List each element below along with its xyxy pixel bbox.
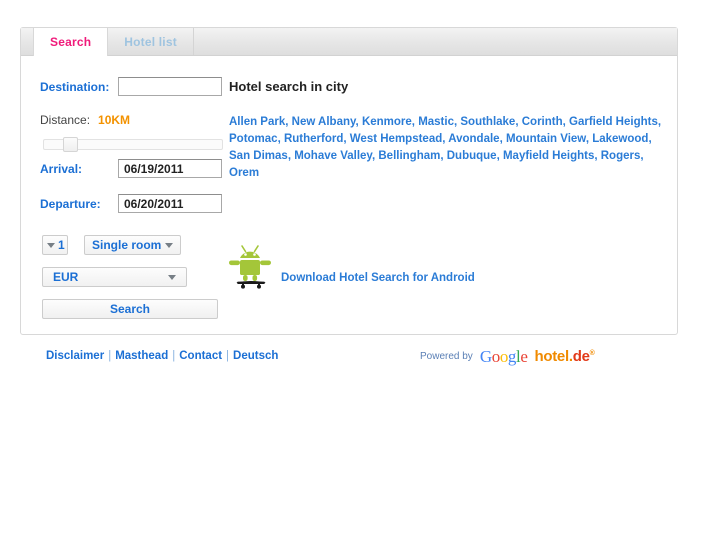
room-selectors-row: 1 Single room (42, 235, 181, 255)
search-card: Search Hotel list Destination: Distance:… (20, 27, 678, 335)
currency-select[interactable]: EUR (42, 267, 187, 287)
distance-row: Distance: 10KM (40, 113, 130, 127)
city-separator: , (657, 116, 662, 128)
hotelde-trademark: ® (589, 350, 595, 357)
room-type-value: Single room (92, 238, 162, 252)
android-promo: Download Hotel Search for Android (229, 241, 475, 292)
city-panel-title: Hotel search in city (229, 79, 349, 94)
google-letter-o1: o (491, 347, 501, 366)
city-link[interactable]: West Hempstead (350, 133, 442, 145)
card-body: Destination: Distance: 10KM Arrival: Dep (21, 57, 677, 334)
page-root: Search Hotel list Destination: Distance:… (0, 0, 727, 545)
city-link[interactable]: Avondale (448, 133, 499, 145)
tab-search-label: Search (50, 34, 92, 49)
footer-link-contact[interactable]: Contact (179, 350, 222, 362)
city-link[interactable]: Corinth (522, 116, 563, 128)
android-download-link[interactable]: Download Hotel Search for Android (281, 272, 475, 284)
destination-label: Destination: (40, 79, 110, 94)
google-letter-e: e (520, 347, 528, 366)
city-link[interactable]: New Albany (292, 116, 356, 128)
chevron-down-icon (165, 242, 173, 248)
hotelde-main: hotel. (534, 348, 574, 365)
google-logo: Google (479, 347, 528, 366)
page-footer: Disclaimer | Masthead | Contact | Deutsch Powe… (20, 346, 678, 370)
google-letter-o2: o (499, 347, 509, 366)
footer-link-disclaimer[interactable]: Disclaimer (46, 350, 104, 362)
hotelde-logo: hotel.de® (535, 348, 595, 365)
room-type-select[interactable]: Single room (84, 235, 181, 255)
powered-by-block: Powered by Google hotel.de® (420, 347, 595, 366)
footer-links: Disclaimer | Masthead | Contact | Deutsch (46, 350, 278, 362)
distance-slider-handle[interactable] (62, 137, 78, 152)
arrival-row: Arrival: (40, 159, 222, 178)
city-link[interactable]: Lakewood (592, 133, 648, 145)
departure-row: Departure: (40, 194, 222, 213)
footer-link-deutsch[interactable]: Deutsch (233, 350, 278, 362)
city-link[interactable]: Orem (229, 167, 259, 179)
city-link[interactable]: Allen Park (229, 116, 285, 128)
distance-slider[interactable] (43, 137, 223, 152)
city-panel: Hotel search in city Allen Park, New Alb… (229, 79, 664, 289)
destination-input[interactable] (118, 77, 222, 96)
city-link[interactable]: San Dimas (229, 150, 288, 162)
city-link[interactable]: Rogers (601, 150, 641, 162)
city-link[interactable]: Mastic (418, 116, 454, 128)
chevron-down-icon (47, 242, 55, 248)
footer-link-masthead[interactable]: Masthead (115, 350, 168, 362)
powered-by-label: Powered by (420, 351, 473, 362)
city-link[interactable]: Potomac (229, 133, 278, 145)
arrival-label: Arrival: (40, 161, 83, 176)
footer-separator: | (226, 350, 230, 362)
city-link[interactable]: Bellingham (378, 150, 440, 162)
destination-row: Destination: (40, 77, 222, 96)
distance-value: 10KM (98, 113, 131, 127)
google-letter-g1: G (479, 347, 492, 366)
city-link[interactable]: Garfield Heights (569, 116, 658, 128)
google-letter-g2: g (507, 347, 517, 366)
city-separator: , (648, 133, 652, 145)
city-link[interactable]: Mohave Valley (294, 150, 372, 162)
city-link[interactable]: Kenmore (362, 116, 412, 128)
room-count-select[interactable]: 1 (42, 235, 68, 255)
departure-label: Departure: (40, 196, 101, 211)
city-link[interactable]: Southlake (460, 116, 515, 128)
room-count-value: 1 (58, 238, 65, 252)
footer-separator: | (172, 350, 176, 362)
arrival-date-input[interactable] (118, 159, 222, 178)
currency-row: EUR (42, 267, 187, 287)
footer-separator: | (108, 350, 112, 362)
city-links-list: Allen Park, New Albany, Kenmore, Mastic,… (229, 114, 664, 182)
city-link[interactable]: Dubuque (447, 150, 497, 162)
city-separator: , (640, 150, 644, 162)
tab-bar: Search Hotel list (21, 28, 677, 56)
city-link[interactable]: Mayfield Heights (503, 150, 594, 162)
city-link[interactable]: Mountain View (506, 133, 586, 145)
distance-label: Distance: (40, 113, 91, 127)
tab-hotel-list-label: Hotel list (124, 34, 177, 49)
search-button[interactable]: Search (42, 299, 218, 319)
android-robot-skateboard-icon (229, 241, 273, 292)
departure-date-input[interactable] (118, 194, 222, 213)
city-link[interactable]: Rutherford (284, 133, 343, 145)
chevron-down-icon (168, 274, 176, 280)
currency-value: EUR (53, 270, 79, 284)
hotelde-tld: de (572, 348, 590, 365)
tab-hotel-list[interactable]: Hotel list (108, 28, 194, 55)
tab-search[interactable]: Search (33, 28, 109, 56)
